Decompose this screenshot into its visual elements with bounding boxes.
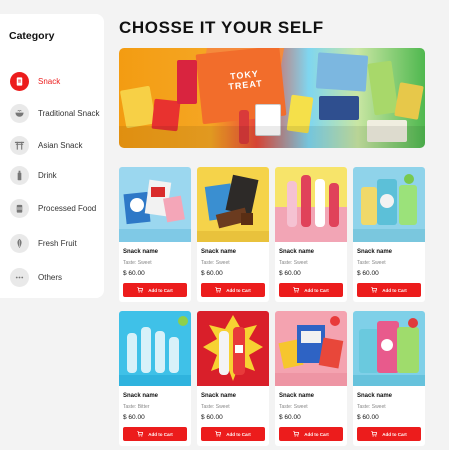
product-price: $ 60.00 [123, 270, 145, 277]
add-to-cart-button[interactable]: Add to Cart [279, 283, 343, 297]
product-image [197, 167, 269, 242]
leaf-icon [10, 233, 29, 253]
snack-icon [10, 71, 29, 91]
sidebar-item-label: Traditional Snack [38, 108, 100, 118]
snack-pack [394, 82, 424, 120]
sidebar-item-asian-snack[interactable]: Asian Snack [10, 134, 104, 156]
product-name: Snack name [357, 249, 393, 255]
product-price: $ 60.00 [123, 414, 145, 421]
can-icon [10, 198, 29, 218]
cart-icon [137, 287, 144, 293]
snack-bag [119, 85, 157, 129]
page-title: CHOSSE IT YOUR SELF [119, 18, 324, 37]
sidebar-item-label: Snack [38, 76, 61, 86]
product-name: Snack name [123, 249, 159, 255]
product-taste: Taste: Bitter [123, 404, 150, 410]
sidebar-item-label: Processed Food [38, 203, 97, 213]
sidebar-item-drink[interactable]: Drink [10, 164, 104, 186]
product-price: $ 60.00 [279, 270, 301, 277]
snack-bag [177, 60, 197, 104]
product-card[interactable]: Snack name Taste: Sweet $ 60.00 Add to C… [275, 311, 347, 446]
cart-icon [215, 431, 222, 437]
product-card[interactable]: Snack name Taste: Sweet $ 60.00 Add to C… [353, 311, 425, 446]
add-to-cart-button[interactable]: Add to Cart [357, 283, 421, 297]
add-to-cart-label: Add to Cart [226, 287, 251, 293]
product-name: Snack name [201, 249, 237, 255]
product-card[interactable]: Snack name Taste: Sweet $ 60.00 Add to C… [119, 167, 191, 302]
product-image [119, 311, 191, 386]
product-taste: Taste: Sweet [123, 260, 152, 266]
sidebar-item-traditional-snack[interactable]: Traditional Snack [10, 102, 104, 124]
sidebar-title: Category [9, 30, 55, 42]
add-to-cart-label: Add to Cart [148, 431, 173, 437]
add-to-cart-button[interactable]: Add to Cart [279, 427, 343, 441]
add-to-cart-label: Add to Cart [148, 287, 173, 293]
table-shadow [119, 126, 425, 148]
cart-icon [371, 287, 378, 293]
product-name: Snack name [279, 249, 315, 255]
product-image [353, 167, 425, 242]
snack-pack [367, 60, 399, 116]
sidebar-item-snack[interactable]: Snack [10, 70, 104, 92]
more-dots-icon [10, 267, 29, 287]
product-taste: Taste: Sweet [357, 260, 386, 266]
product-card[interactable]: Snack name Taste: Sweet $ 60.00 Add to C… [197, 167, 269, 302]
product-image [197, 311, 269, 386]
sidebar-item-processed-food[interactable]: Processed Food [10, 197, 104, 219]
product-price: $ 60.00 [357, 270, 379, 277]
add-to-cart-button[interactable]: Add to Cart [123, 427, 187, 441]
product-name: Snack name [123, 393, 159, 399]
add-to-cart-label: Add to Cart [304, 287, 329, 293]
add-to-cart-button[interactable]: Add to Cart [201, 427, 265, 441]
sidebar-item-label: Drink [38, 170, 57, 180]
cart-icon [371, 431, 378, 437]
cart-icon [293, 287, 300, 293]
product-price: $ 60.00 [357, 414, 379, 421]
product-card[interactable]: Snack name Taste: Bitter $ 60.00 Add to … [119, 311, 191, 446]
torii-gate-icon [10, 135, 29, 155]
add-to-cart-label: Add to Cart [382, 287, 407, 293]
cart-icon [293, 431, 300, 437]
product-image [275, 311, 347, 386]
cart-icon [215, 287, 222, 293]
add-to-cart-label: Add to Cart [304, 431, 329, 437]
product-image [275, 167, 347, 242]
add-to-cart-button[interactable]: Add to Cart [123, 283, 187, 297]
product-price: $ 60.00 [279, 414, 301, 421]
product-name: Snack name [201, 393, 237, 399]
product-name: Snack name [357, 393, 393, 399]
add-to-cart-label: Add to Cart [382, 431, 407, 437]
sidebar-item-others[interactable]: Others [10, 266, 104, 288]
product-taste: Taste: Sweet [201, 404, 230, 410]
product-image [353, 311, 425, 386]
product-taste: Taste: Sweet [279, 260, 308, 266]
sidebar-item-label: Others [38, 272, 63, 282]
add-to-cart-button[interactable]: Add to Cart [201, 283, 265, 297]
product-taste: Taste: Sweet [279, 404, 308, 410]
sidebar-item-fresh-fruit[interactable]: Fresh Fruit [10, 232, 104, 254]
snack-pack [319, 96, 359, 120]
product-card[interactable]: Snack name Taste: Sweet $ 60.00 Add to C… [353, 167, 425, 302]
bottle-icon [10, 165, 29, 185]
product-price: $ 60.00 [201, 270, 223, 277]
snack-box [315, 52, 369, 92]
product-taste: Taste: Sweet [201, 260, 230, 266]
product-taste: Taste: Sweet [357, 404, 386, 410]
hero-banner-image: TOKY TREAT [119, 48, 425, 148]
add-to-cart-button[interactable]: Add to Cart [357, 427, 421, 441]
product-card[interactable]: Snack name Taste: Sweet $ 60.00 Add to C… [275, 167, 347, 302]
cart-icon [137, 431, 144, 437]
category-sidebar: Category Snack Traditional Snack Asian S… [0, 14, 104, 298]
bowl-icon [10, 103, 29, 123]
product-name: Snack name [279, 393, 315, 399]
product-price: $ 60.00 [201, 414, 223, 421]
sidebar-item-label: Asian Snack [38, 140, 83, 150]
product-image [119, 167, 191, 242]
sidebar-item-label: Fresh Fruit [38, 238, 77, 248]
product-card[interactable]: Snack name Taste: Sweet $ 60.00 Add to C… [197, 311, 269, 446]
add-to-cart-label: Add to Cart [226, 431, 251, 437]
